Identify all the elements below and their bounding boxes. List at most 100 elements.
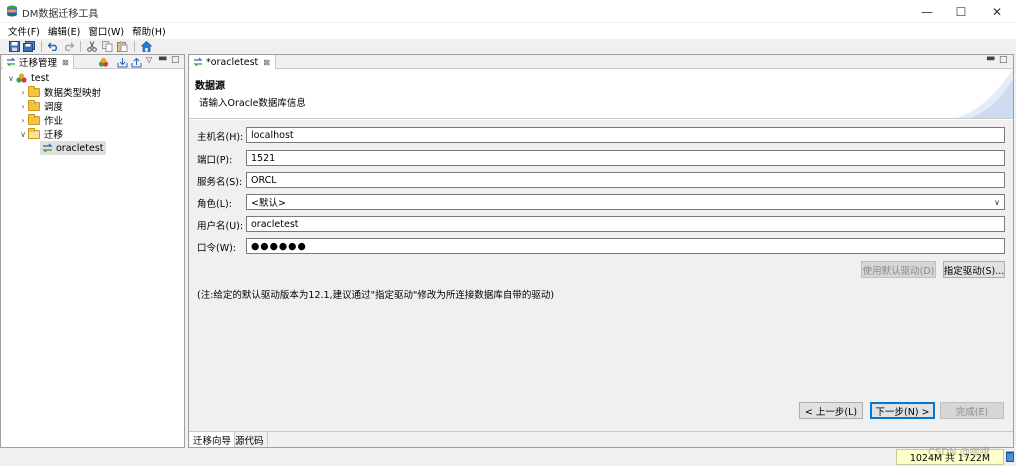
watermark: CSDN @咖啡 (928, 447, 990, 458)
tree-item-datatype-mapping[interactable]: › 数据类型映射 (18, 85, 101, 99)
cut-icon[interactable] (85, 40, 99, 53)
tab-migration-wizard[interactable]: 迁移向导 (190, 432, 236, 447)
tree-item-oracletest[interactable]: oracletest (40, 141, 106, 155)
menu-file[interactable]: 文件(F) (4, 24, 44, 38)
tab-label: *oracletest (206, 56, 259, 68)
minimize-icon: — (921, 4, 933, 19)
menu-edit[interactable]: 编辑(E) (44, 24, 84, 38)
collapse-arrow-icon[interactable]: ∨ (18, 130, 28, 139)
status-bar: 1024M 共 1722M (0, 448, 1016, 466)
role-label: 角色(L): (197, 199, 232, 210)
title-bar: DM数据迁移工具 — ☐ ✕ (0, 0, 1016, 23)
wizard-description: 请输入Oracle数据库信息 (199, 98, 306, 109)
tree-item-label: 迁移 (44, 130, 64, 141)
tab-migration-management[interactable]: 迁移管理 ⊠ (3, 55, 74, 69)
username-input[interactable]: oracletest (246, 216, 1005, 232)
export-icon[interactable] (131, 57, 142, 68)
tab-source-code[interactable]: 源代码 (232, 432, 268, 447)
minimize-view-icon[interactable]: ▬ (986, 53, 995, 64)
open-folder-icon (28, 127, 40, 139)
wizard-banner: 数据源 请输入Oracle数据库信息 (189, 69, 1013, 119)
expand-arrow-icon[interactable]: › (18, 116, 28, 125)
app-icon (7, 5, 17, 17)
port-label: 端口(P): (197, 155, 233, 166)
collapse-arrow-icon[interactable]: ∨ (6, 74, 16, 83)
menu-window[interactable]: 窗口(W) (84, 24, 128, 38)
tab-oracletest[interactable]: *oracletest ⊠ (190, 55, 276, 69)
paste-icon[interactable] (115, 40, 129, 53)
role-select[interactable]: <默认> ∨ (246, 194, 1005, 210)
port-input[interactable]: 1521 (246, 150, 1005, 166)
host-input[interactable]: localhost (246, 127, 1005, 143)
view-menu-icon[interactable]: ▽ (146, 55, 152, 64)
maximize-icon: ☐ (955, 4, 967, 19)
toolbar (0, 39, 1016, 54)
password-input[interactable]: ●●●●●● (246, 238, 1005, 254)
view-header: 迁移管理 ⊠ ▽ ▬ □ (1, 53, 184, 69)
chevron-down-icon[interactable]: ∨ (994, 198, 1000, 207)
folder-icon (28, 113, 40, 125)
menu-help[interactable]: 帮助(H) (128, 24, 170, 38)
garbage-collect-icon[interactable] (1006, 451, 1014, 462)
save-all-icon[interactable] (22, 40, 36, 53)
expand-arrow-icon[interactable]: › (18, 102, 28, 111)
toolbar-separator (80, 41, 81, 52)
migration-management-view: 迁移管理 ⊠ ▽ ▬ □ ∨ test › 数据类型映射 › 调度 › 作业 ∨… (0, 53, 185, 448)
maximize-view-icon[interactable]: □ (171, 55, 180, 65)
username-label: 用户名(U): (197, 221, 244, 232)
role-value: <默认> (251, 198, 286, 209)
toolbar-separator (41, 41, 42, 52)
undo-icon[interactable] (46, 40, 60, 53)
next-button[interactable]: 下一步(N) > (870, 402, 935, 419)
copy-icon[interactable] (100, 40, 114, 53)
tree-item-label: 数据类型映射 (44, 88, 102, 99)
wizard-title: 数据源 (195, 81, 225, 92)
close-icon[interactable]: ⊠ (62, 58, 69, 67)
project-icon (16, 73, 27, 83)
tab-label: 迁移管理 (19, 58, 58, 69)
password-label: 口令(W): (197, 243, 237, 254)
folder-icon (28, 85, 40, 97)
expand-arrow-icon[interactable]: › (18, 88, 28, 97)
close-icon: ✕ (991, 4, 1003, 19)
tree-item-job[interactable]: › 作业 (18, 113, 63, 127)
migration-view-icon (6, 57, 16, 67)
toolbar-separator (134, 41, 135, 52)
close-icon[interactable]: ⊠ (263, 58, 270, 67)
migration-icon (42, 143, 53, 153)
minimize-button[interactable]: — (910, 0, 944, 23)
window-title: DM数据迁移工具 (22, 9, 99, 20)
banner-decoration-icon (956, 69, 1013, 118)
tree-item-label: 调度 (44, 102, 64, 113)
minimize-view-icon[interactable]: ▬ (158, 53, 167, 64)
menu-bar: 文件(F) 编辑(E) 窗口(W) 帮助(H) (0, 23, 1016, 39)
migration-icon (193, 57, 203, 67)
tree-item-label: test (31, 72, 50, 84)
redo-icon[interactable] (61, 40, 75, 53)
service-name-input[interactable]: ORCL (246, 172, 1005, 188)
editor-area: *oracletest ⊠ ▬ □ 数据源 请输入Oracle数据库信息 主机名… (188, 53, 1014, 448)
tree-item-schedule[interactable]: › 调度 (18, 99, 63, 113)
tree-item-test[interactable]: ∨ test (6, 71, 49, 85)
palette-icon[interactable] (98, 57, 109, 68)
use-default-driver-button[interactable]: 使用默认驱动(D) (861, 261, 936, 278)
folder-icon (28, 99, 40, 111)
back-button[interactable]: < 上一步(L) (799, 402, 863, 419)
driver-note: (注:给定的默认驱动版本为12.1,建议通过"指定驱动"修改为所连接数据库自带的… (197, 290, 555, 301)
home-icon[interactable] (139, 40, 153, 53)
finish-button[interactable]: 完成(E) (940, 402, 1004, 419)
save-icon[interactable] (7, 40, 21, 53)
import-icon[interactable] (117, 57, 128, 68)
close-button[interactable]: ✕ (980, 0, 1014, 23)
host-label: 主机名(H): (197, 132, 244, 143)
editor-header: *oracletest ⊠ ▬ □ (189, 53, 1013, 69)
tree-item-migration[interactable]: ∨ 迁移 (18, 127, 63, 141)
maximize-button[interactable]: ☐ (944, 0, 978, 23)
datasource-form: 主机名(H): localhost 端口(P): 1521 服务名(S): OR… (189, 120, 1013, 431)
editor-bottom-tabs: 迁移向导 源代码 (189, 431, 1013, 447)
service-name-label: 服务名(S): (197, 177, 243, 188)
tree-item-label: oracletest (56, 142, 104, 154)
tree-item-label: 作业 (44, 116, 64, 127)
specify-driver-button[interactable]: 指定驱动(S)... (943, 261, 1005, 278)
maximize-view-icon[interactable]: □ (999, 55, 1008, 65)
